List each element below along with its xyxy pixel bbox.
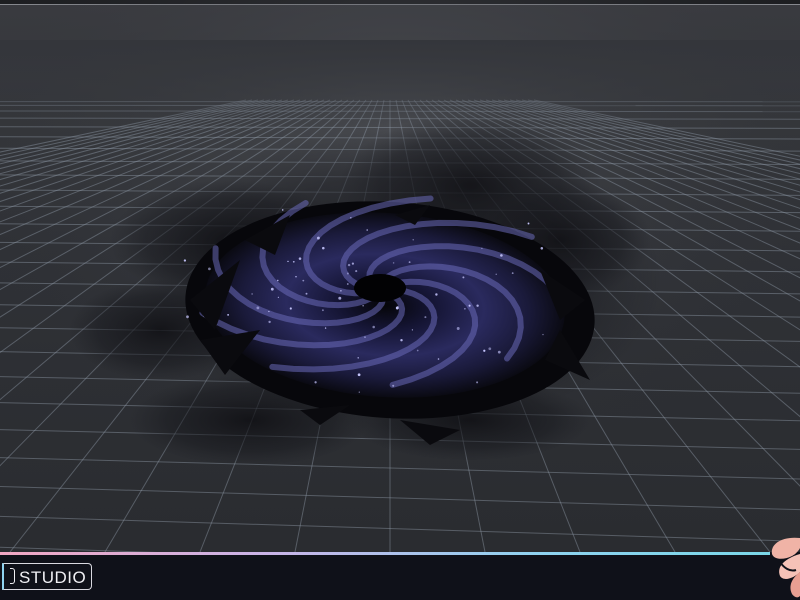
footer-accent-line <box>0 552 770 555</box>
sparkle <box>270 287 274 291</box>
badge-mark-icon <box>10 568 15 584</box>
sparkle <box>351 262 354 265</box>
sparkle <box>372 325 375 329</box>
sparkle <box>340 289 342 292</box>
sparkle <box>227 314 230 316</box>
sparkle <box>476 304 479 307</box>
sparkle <box>462 276 465 279</box>
sparkle <box>397 305 399 308</box>
sparkle <box>495 273 497 275</box>
sparkle <box>400 338 403 342</box>
sparkle <box>338 296 342 300</box>
sparkle <box>437 358 440 360</box>
sparkle <box>289 307 292 310</box>
sparkle <box>511 272 514 274</box>
sparkle <box>468 304 471 307</box>
sparkle <box>321 309 324 312</box>
sparkle <box>476 381 479 384</box>
sparkle <box>295 275 297 278</box>
sparkle <box>324 327 327 329</box>
sparkle <box>357 357 359 359</box>
sparkle <box>364 336 366 338</box>
sparkle <box>256 306 260 310</box>
sparkle <box>314 381 317 384</box>
sparkle <box>392 384 395 387</box>
sparkle <box>416 349 419 352</box>
sparkle <box>346 283 349 285</box>
sparkle <box>277 296 280 298</box>
sparkle <box>349 216 352 219</box>
sparkle <box>500 254 503 257</box>
sparkle <box>464 307 466 310</box>
sparkle <box>488 347 492 351</box>
sparkle <box>366 229 369 231</box>
sparkle <box>346 272 349 275</box>
sparkle <box>424 316 427 319</box>
sparkle <box>316 236 320 240</box>
sparkle <box>497 350 501 354</box>
sparkle <box>298 257 302 260</box>
scene-render <box>0 0 800 552</box>
sparkle <box>322 246 325 250</box>
sparkle <box>412 239 414 241</box>
sparkle <box>483 349 486 352</box>
sparkle <box>268 320 271 324</box>
sparkle <box>302 279 305 282</box>
sparkle <box>287 260 289 263</box>
sparkle <box>481 247 483 250</box>
sparkle <box>183 259 187 262</box>
sparkle <box>186 315 189 319</box>
sparkle <box>542 333 544 336</box>
sparkle <box>392 262 395 264</box>
sparkle <box>456 327 460 330</box>
sparkle <box>411 329 414 331</box>
sparkle <box>277 279 279 282</box>
sparkle <box>527 222 530 225</box>
sparkle <box>268 310 270 313</box>
footer-bar <box>0 552 800 600</box>
sparkle <box>292 260 295 263</box>
sparkle <box>435 293 438 296</box>
sparkle <box>362 305 364 307</box>
sparkle <box>355 270 358 273</box>
sparkle <box>408 261 411 264</box>
sparkle <box>347 263 351 267</box>
sparkle <box>305 292 308 295</box>
sparkle <box>357 373 361 377</box>
sparkle <box>208 267 211 271</box>
sparkle <box>251 293 253 295</box>
sparkle <box>358 391 360 393</box>
studio-label: STUDIO <box>19 568 87 587</box>
sparkle <box>281 209 284 211</box>
brand-logo-icon <box>771 537 800 598</box>
sparkle <box>540 247 544 250</box>
studio-badge: STUDIO <box>2 563 93 590</box>
viewport-3d[interactable] <box>0 0 800 552</box>
